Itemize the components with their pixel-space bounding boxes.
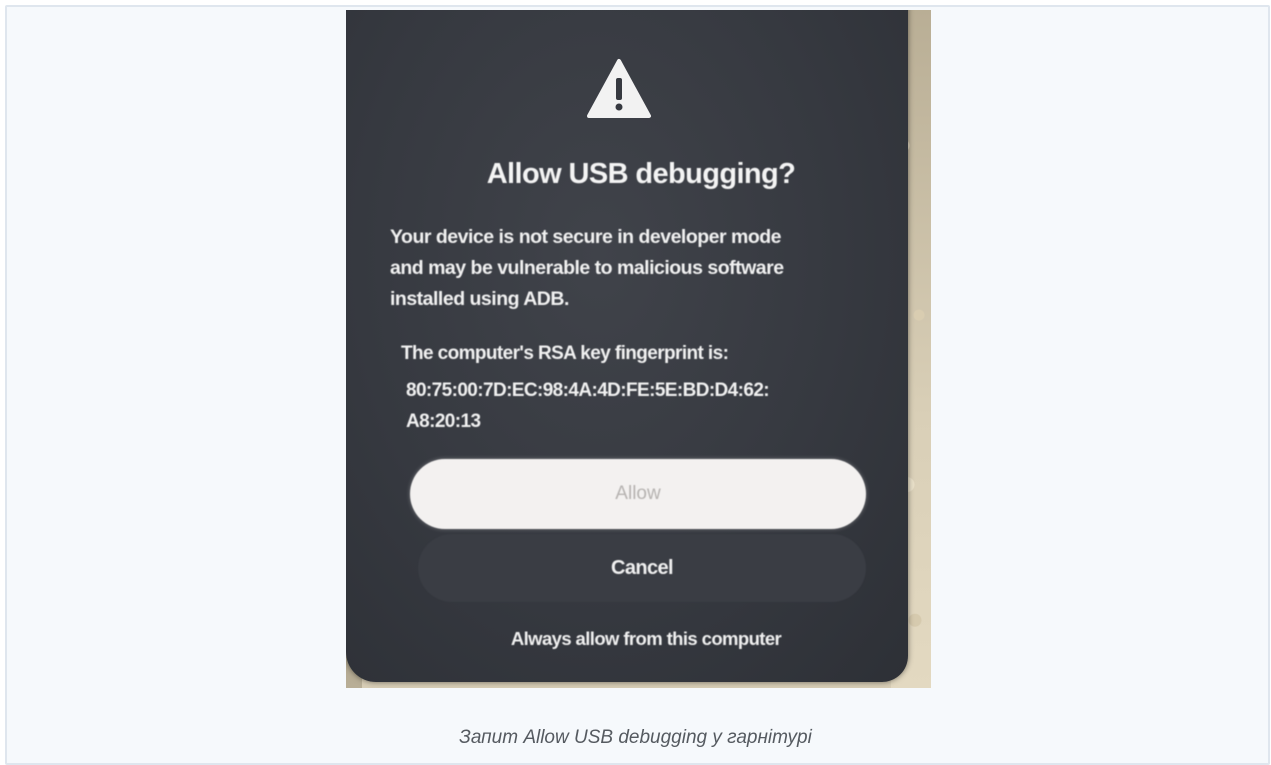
warning-triangle-icon <box>587 59 651 118</box>
rsa-fingerprint-value: 80:75:00:7D:EC:98:4A:4D:FE:5E:BD:D4:62: … <box>406 380 770 432</box>
usb-debugging-dialog: Allow USB debugging? Your device is not … <box>346 10 908 682</box>
headset-photo: Allow USB debugging? Your device is not … <box>346 10 931 688</box>
always-allow-button[interactable]: Always allow from this computer <box>346 628 931 650</box>
cancel-button[interactable]: Cancel <box>418 534 866 602</box>
cancel-button-label: Cancel <box>611 556 674 579</box>
rsa-fingerprint-label: The computer's RSA key fingerprint is: <box>401 343 729 364</box>
allow-button-label: Allow <box>615 483 661 504</box>
dialog-title: Allow USB debugging? <box>486 158 796 190</box>
warning-message: Your device is not secure in developer m… <box>390 226 784 310</box>
allow-button[interactable]: Allow <box>410 459 866 529</box>
